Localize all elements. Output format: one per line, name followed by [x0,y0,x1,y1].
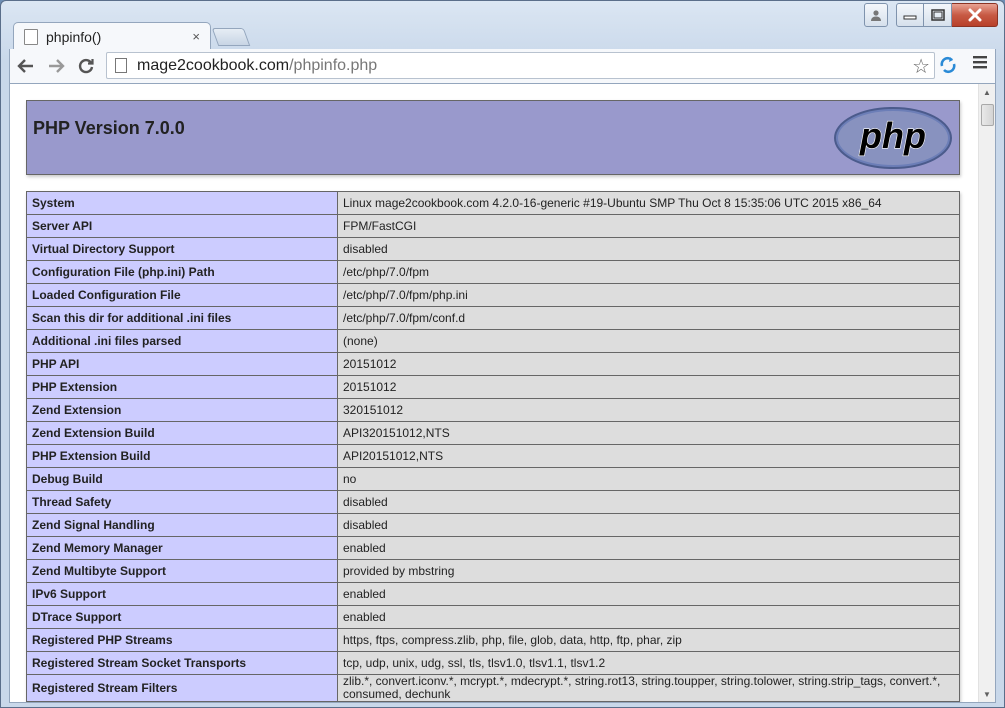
setting-value: API320151012,NTS [337,421,960,445]
setting-name: IPv6 Support [26,582,338,606]
setting-value: /etc/php/7.0/fpm/conf.d [337,306,960,330]
scroll-down-arrow-icon[interactable]: ▼ [979,686,995,702]
reload-icon[interactable] [72,52,100,80]
table-row: PHP Extension Build API20151012,NTS [26,444,960,468]
sync-extension-icon[interactable] [938,55,958,80]
setting-value: 20151012 [337,375,960,399]
vertical-scrollbar[interactable]: ▲ ▼ [978,84,995,702]
setting-name: Zend Memory Manager [26,536,338,560]
setting-value: tcp, udp, unix, udg, ssl, tls, tlsv1.0, … [337,651,960,675]
back-arrow-icon[interactable] [12,52,40,80]
setting-name: Thread Safety [26,490,338,514]
setting-value: disabled [337,513,960,537]
table-row: Loaded Configuration File/etc/php/7.0/fp… [26,283,960,307]
setting-value: disabled [337,490,960,514]
window-controls [864,3,998,27]
page-viewport: PHP Version 7.0.0 php System Linux mage2c… [9,83,996,703]
table-row: DTrace Support enabled [26,605,960,629]
table-row: PHP API 20151012 [26,352,960,376]
table-row: Scan this dir for additional .ini files /… [26,306,960,330]
maximize-icon[interactable] [924,3,952,27]
bookmark-star-icon[interactable]: ☆ [912,54,930,79]
forward-arrow-icon[interactable] [42,52,70,80]
setting-name: Zend Multibyte Support [26,559,338,583]
setting-value: https, ftps, compress.zlib, php, file, g… [337,628,960,652]
url-path: /phpinfo.php [289,56,378,74]
scrollbar-thumb[interactable] [981,104,994,126]
setting-name: Registered Stream Socket Transports [26,651,338,675]
table-row: Registered Stream Socket Transports tcp, … [26,651,960,675]
table-row: Zend Memory Manager enabled [26,536,960,560]
table-row: Server API FPM/FastCGI [26,214,960,238]
table-row: PHP Extension 20151012 [26,375,960,399]
php-logo: php [834,107,952,169]
setting-name: Additional .ini files parsed [26,329,338,353]
table-row: Virtual Directory Support disabled [26,237,960,261]
setting-value: Linux mage2cookbook.com 4.2.0-16-generic… [337,191,960,215]
setting-name: Loaded Configuration File [26,283,338,307]
page-title: PHP Version 7.0.0 [33,118,185,138]
setting-value: /etc/php/7.0/fpm [337,260,960,284]
setting-name: Scan this dir for additional .ini files [26,306,338,330]
table-row: Registered Stream Filters zlib.*, convert… [26,674,960,702]
tab-close-icon[interactable]: × [192,29,200,44]
setting-name: PHP Extension [26,375,338,399]
setting-name: Registered Stream Filters [26,674,338,702]
setting-name: Configuration File (php.ini) Path [26,260,338,284]
setting-name: Zend Extension [26,398,338,422]
svg-text:php: php [859,115,926,156]
setting-name: Server API [26,214,338,238]
php-info-table: System Linux mage2cookbook.com 4.2.0-16-g… [26,191,960,702]
table-row: IPv6 Support enabled [26,582,960,606]
setting-value: disabled [337,237,960,261]
setting-name: Registered PHP Streams [26,628,338,652]
tab-strip: phpinfo() × [13,22,613,50]
table-row: Additional .ini files parsed (none) [26,329,960,353]
setting-name: PHP Extension Build [26,444,338,468]
setting-value: /etc/php/7.0/fpm/php.ini [337,283,960,307]
table-row: Configuration File (php.ini) Path/etc/ph… [26,260,960,284]
close-icon[interactable] [952,3,998,27]
setting-name: System [26,191,338,215]
user-icon[interactable] [864,3,888,27]
setting-name: Debug Build [26,467,338,491]
new-tab-button[interactable] [211,28,251,46]
setting-value: FPM/FastCGI [337,214,960,238]
setting-value: (none) [337,329,960,353]
url-host: mage2cookbook.com [137,56,290,74]
table-row: Thread Safety disabled [26,490,960,514]
table-row: Debug Build no [26,467,960,491]
php-version-header: PHP Version 7.0.0 php [26,100,960,175]
table-row: Zend Extension 320151012 [26,398,960,422]
scroll-up-arrow-icon[interactable]: ▲ [979,84,995,100]
tab-title: phpinfo() [46,28,102,45]
minimize-icon[interactable] [896,3,924,27]
menu-icon[interactable] [972,53,988,76]
page-favicon-icon [24,28,38,45]
setting-value: API20151012,NTS [337,444,960,468]
setting-name: Virtual Directory Support [26,237,338,261]
setting-name: Zend Signal Handling [26,513,338,537]
table-row: Zend Extension Build API320151012,NTS [26,421,960,445]
table-row: System Linux mage2cookbook.com 4.2.0-16-g… [26,191,960,215]
page-icon [115,58,127,73]
browser-toolbar: mage2cookbook.com/phpinfo.php ☆ [9,49,996,83]
tab-phpinfo[interactable]: phpinfo() × [13,22,211,50]
browser-window: phpinfo() × mage2cookbook.com/phpinfo.ph… [0,0,1005,708]
setting-name: PHP API [26,352,338,376]
setting-value: enabled [337,605,960,629]
setting-name: DTrace Support [26,605,338,629]
table-row: Zend Multibyte Support provided by mbstri… [26,559,960,583]
address-bar[interactable]: mage2cookbook.com/phpinfo.php ☆ [106,52,935,79]
setting-value: 320151012 [337,398,960,422]
setting-value: 20151012 [337,352,960,376]
setting-name: Zend Extension Build [26,421,338,445]
setting-value: enabled [337,536,960,560]
setting-value: no [337,467,960,491]
table-row: Registered PHP Streams https, ftps, compr… [26,628,960,652]
setting-value: zlib.*, convert.iconv.*, mcrypt.*, mdecr… [337,674,960,702]
setting-value: enabled [337,582,960,606]
table-row: Zend Signal Handling disabled [26,513,960,537]
setting-value: provided by mbstring [337,559,960,583]
